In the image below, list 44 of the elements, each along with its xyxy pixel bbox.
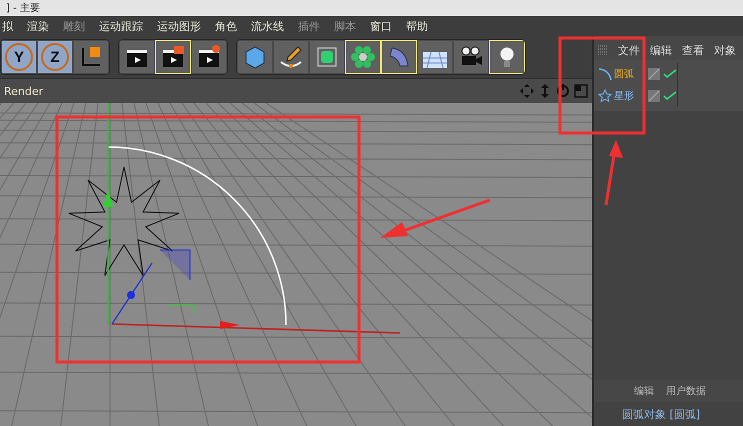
object-row[interactable]: 星形 xyxy=(594,85,743,107)
menu-item[interactable]: 角色 xyxy=(215,18,237,34)
plane-handle xyxy=(160,250,190,280)
menu-item[interactable]: 编辑 xyxy=(650,43,672,58)
attribute-tab[interactable]: 用户数据 xyxy=(666,384,706,398)
menu-item[interactable]: 文件 xyxy=(618,43,640,58)
menu-item[interactable]: 帮助 xyxy=(406,18,428,34)
cloner-icon xyxy=(350,44,376,70)
tool-button[interactable] xyxy=(417,40,453,74)
rotate-icon[interactable] xyxy=(556,84,570,98)
object-row[interactable]: 圆弧 xyxy=(594,63,743,85)
arc-icon xyxy=(598,67,612,81)
menu-item[interactable]: 运动跟踪 xyxy=(99,18,143,34)
menu-item[interactable]: 运动图形 xyxy=(157,18,201,34)
clapperboard-icon xyxy=(160,44,186,70)
menu-item[interactable]: 流水线 xyxy=(251,18,284,34)
check-icon[interactable] xyxy=(663,91,677,101)
rotation-handle xyxy=(168,304,194,314)
annotation-arrow xyxy=(604,140,623,206)
menu-item[interactable]: 渲染 xyxy=(27,18,49,34)
window-title: ] - 主要 xyxy=(6,2,40,14)
viewport-title: Render xyxy=(4,84,44,98)
menu-item[interactable]: 查看 xyxy=(682,43,704,58)
attribute-tab[interactable]: 编辑 xyxy=(634,384,654,398)
tool-button[interactable] xyxy=(119,40,155,74)
menu-item[interactable]: 对象 xyxy=(714,43,736,58)
menu-item[interactable]: 窗口 xyxy=(370,18,392,34)
star-icon xyxy=(598,89,612,103)
axis-lock-button[interactable]: Y xyxy=(1,40,37,74)
tool-button[interactable] xyxy=(191,40,227,74)
grip-icon[interactable] xyxy=(598,45,608,55)
tool-button[interactable] xyxy=(309,40,345,74)
tool-button[interactable] xyxy=(453,40,489,74)
tool-button[interactable] xyxy=(273,40,309,74)
object-name: 圆弧 xyxy=(614,68,634,81)
clapperboard-icon xyxy=(196,44,222,70)
tool-button[interactable] xyxy=(73,40,109,74)
z-axis-arrow xyxy=(112,262,152,324)
object-name: 星形 xyxy=(614,90,634,103)
menu-item[interactable]: 拟 xyxy=(2,18,13,34)
pen-icon xyxy=(278,44,304,70)
check-icon[interactable] xyxy=(663,69,677,79)
axis-lock-button[interactable]: Z xyxy=(37,40,73,74)
attributes-title: 圆弧对象 [圆弧] xyxy=(622,406,700,422)
